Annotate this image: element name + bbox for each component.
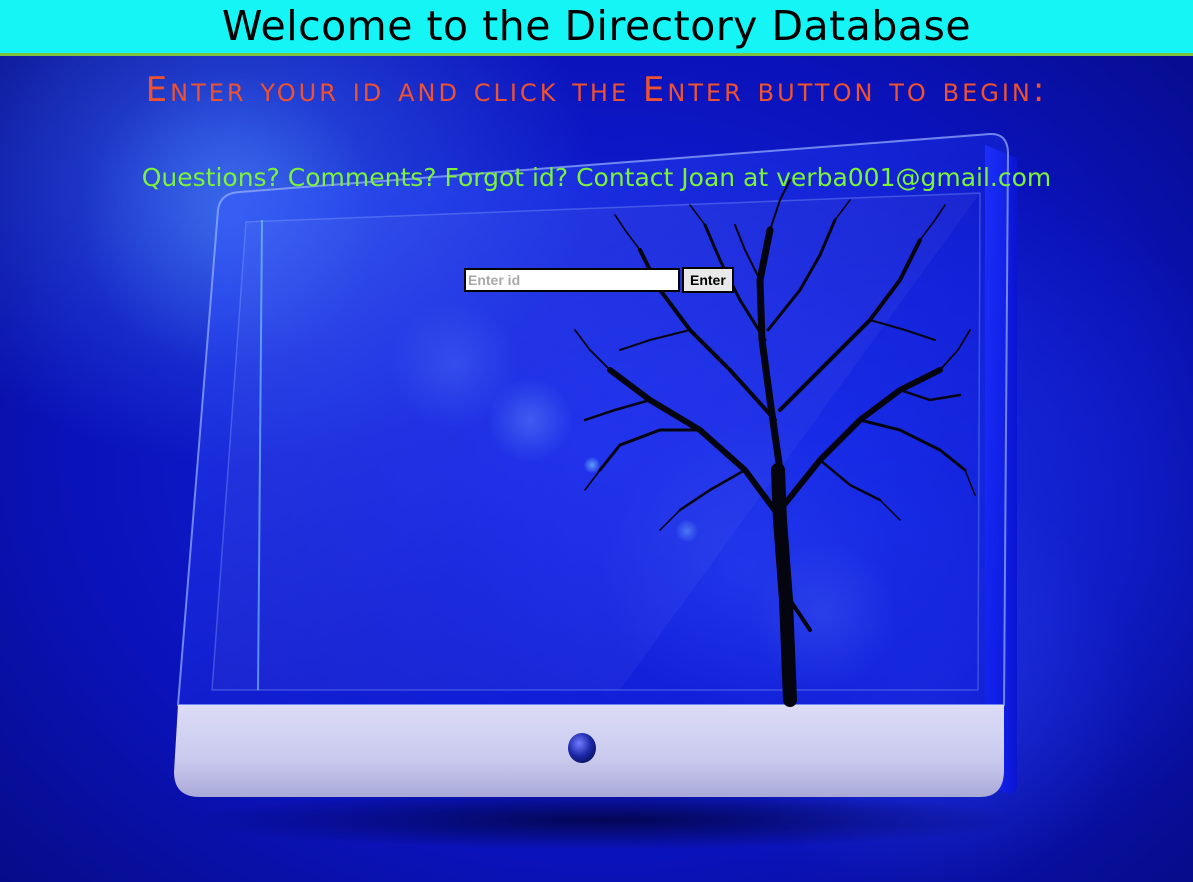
monitor-icon <box>174 132 1010 797</box>
login-form: Enter <box>464 267 734 293</box>
id-input[interactable] <box>464 268 680 292</box>
monitor-power-button <box>568 733 596 763</box>
instruction-text: Enter your id and click the Enter button… <box>145 70 1048 110</box>
enter-button[interactable]: Enter <box>682 267 734 293</box>
background-illustration <box>0 0 1193 882</box>
contact-info: Questions? Comments? Forgot id? Contact … <box>141 163 1052 192</box>
page-title: Welcome to the Directory Database <box>221 2 972 50</box>
page-header: Welcome to the Directory Database <box>0 0 1193 56</box>
